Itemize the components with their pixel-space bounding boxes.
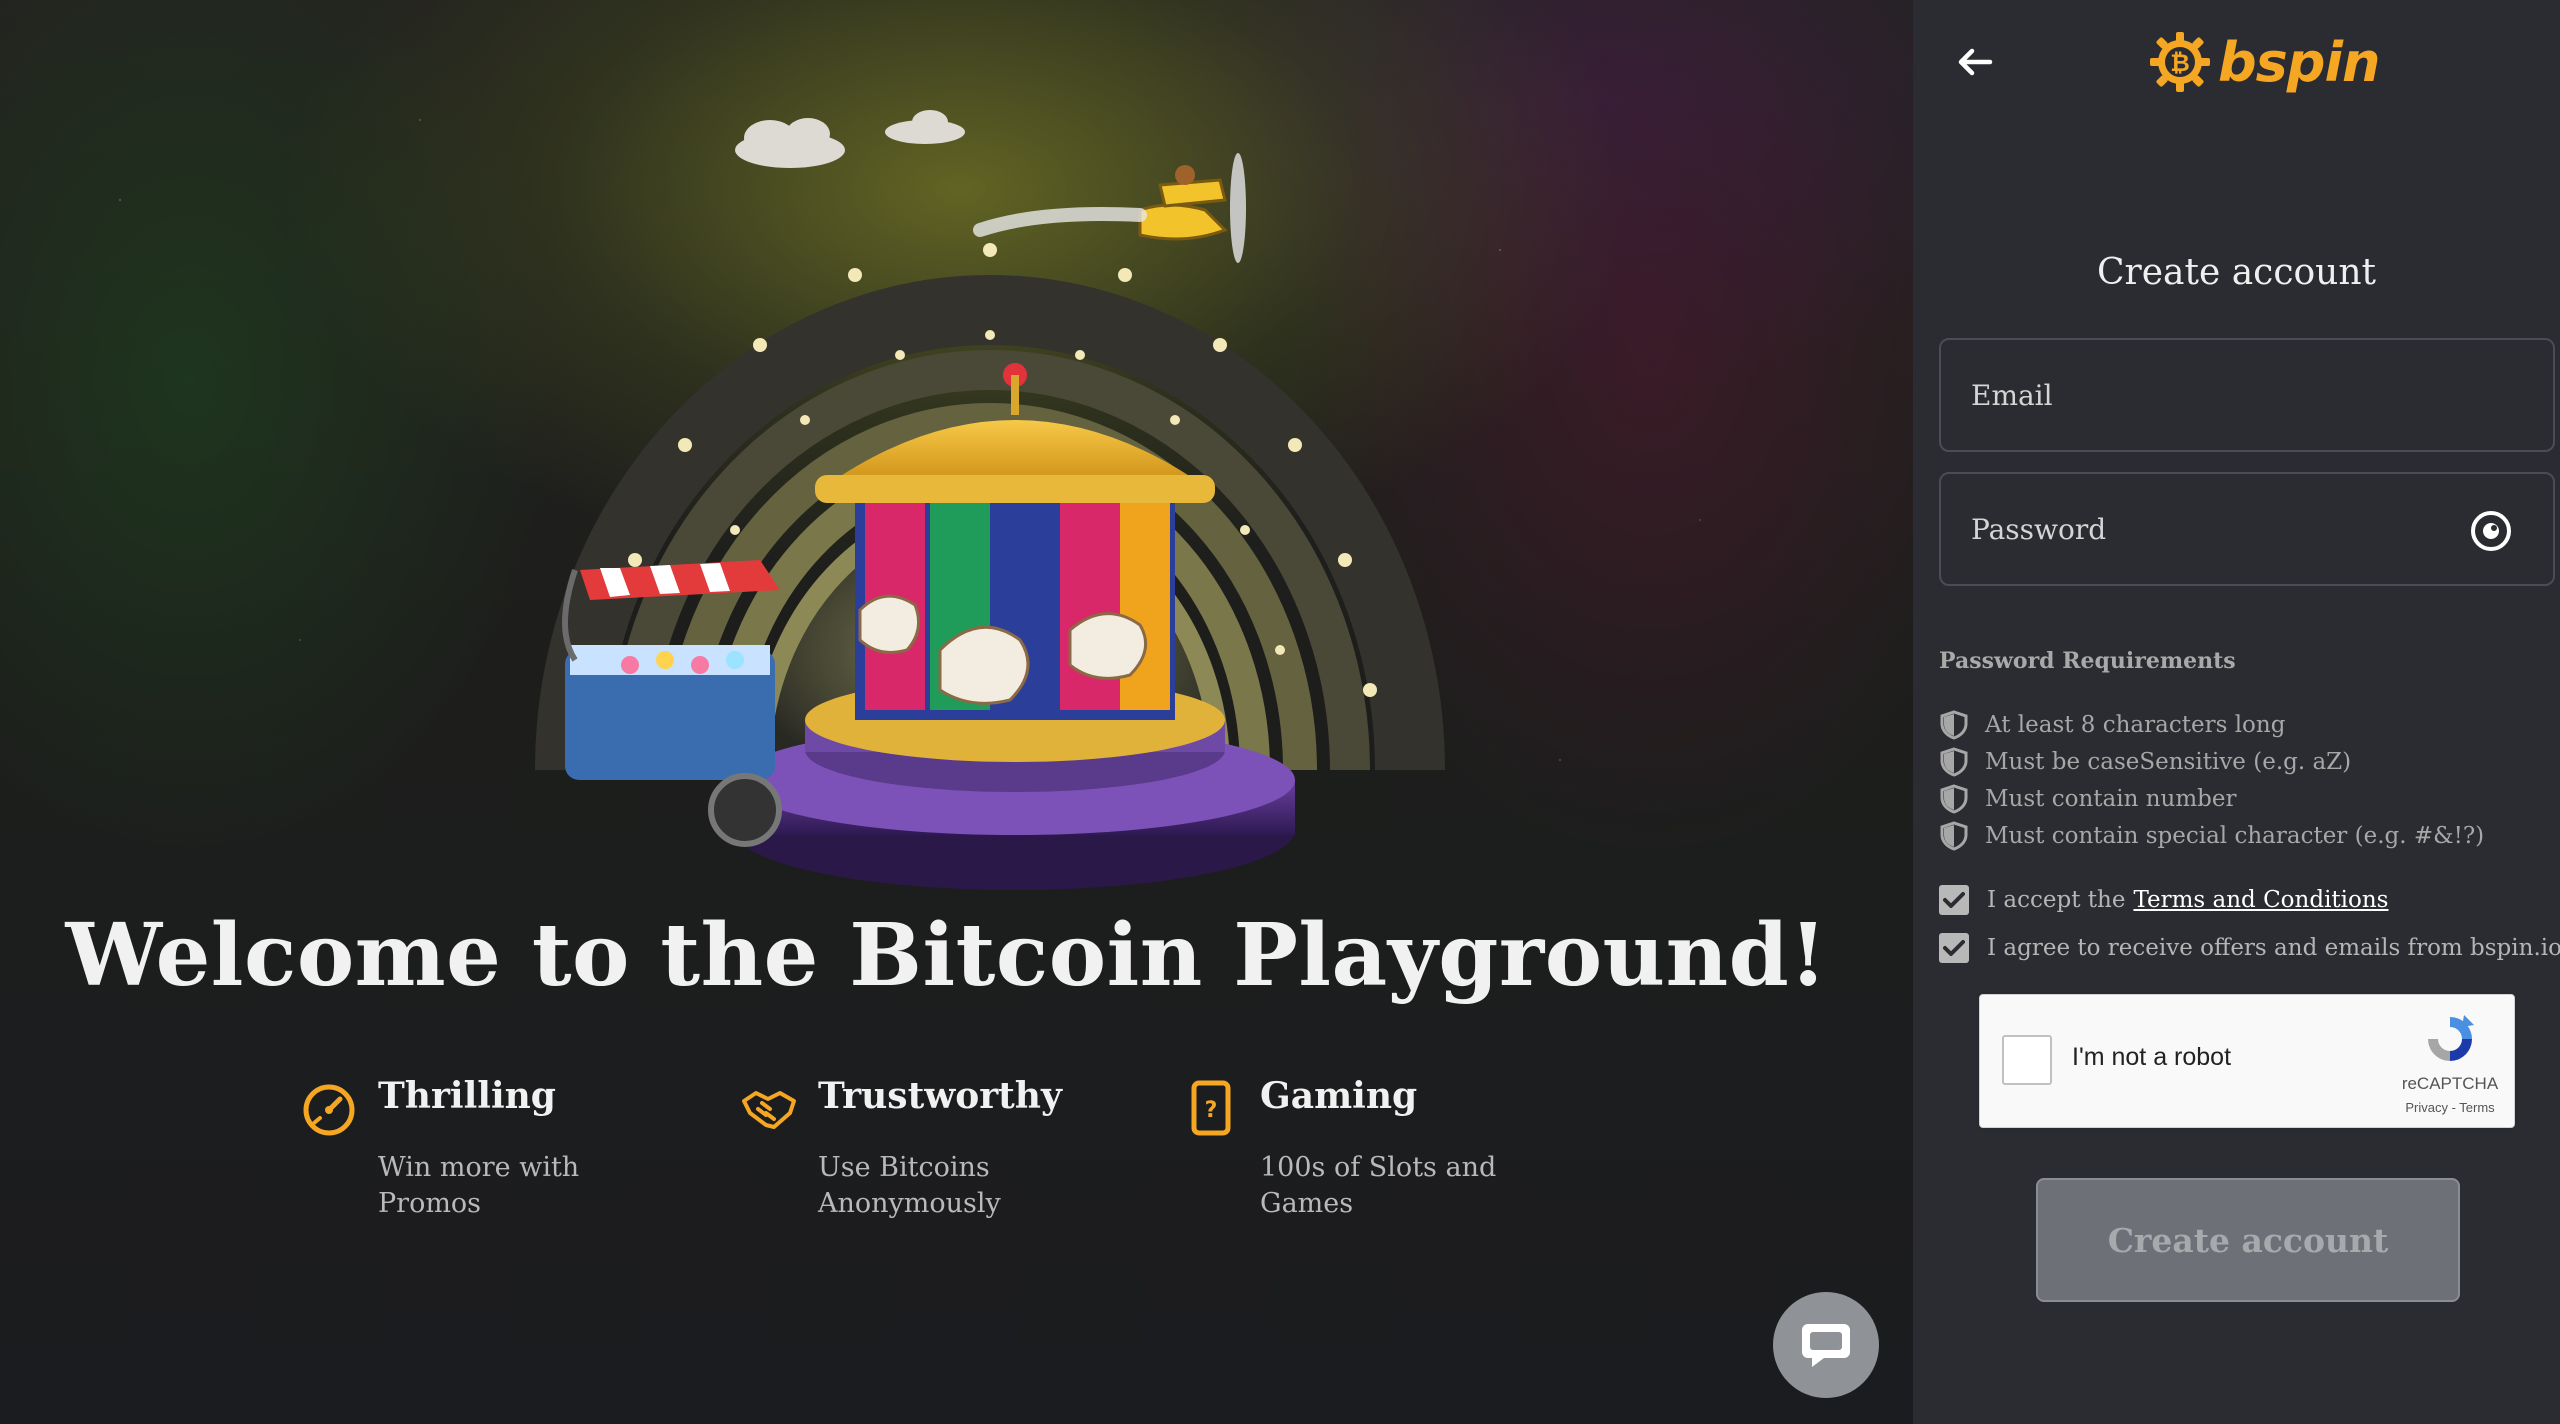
signup-panel: ₿ bspin Create account Password Requirem… (1913, 0, 2560, 1424)
biplane (973, 153, 1246, 263)
clouds (735, 110, 965, 168)
create-account-button[interactable]: Create account (2036, 1178, 2460, 1302)
feature-description: 100s of Slots and Games (1260, 1152, 1497, 1219)
handshake-icon (742, 1091, 796, 1129)
recaptcha-privacy-link[interactable]: Privacy (2405, 1100, 2448, 1115)
recaptcha-links: Privacy - Terms (2400, 1100, 2500, 1115)
checkmark-icon (1943, 892, 1965, 908)
recaptcha-links-separator: - (2447, 1100, 2460, 1115)
email-field[interactable] (1939, 338, 2555, 452)
chat-bubble-icon (1802, 1324, 1850, 1367)
password-field[interactable] (1939, 472, 2555, 586)
shield-icon (1940, 820, 1968, 851)
page-title: Create account (2096, 252, 2377, 293)
accept-terms-row: I accept the Terms and Conditions (1939, 885, 2388, 915)
shield-icon (1940, 746, 1968, 777)
toggle-password-visibility[interactable] (2467, 508, 2515, 554)
password-input[interactable] (1969, 511, 2439, 547)
offers-consent-checkbox[interactable] (1939, 933, 1969, 963)
arrow-left-icon (1958, 48, 1993, 76)
terms-and-conditions-link[interactable]: Terms and Conditions (2133, 887, 2388, 913)
eye-icon (2471, 511, 2511, 551)
speedometer-icon (303, 1084, 355, 1136)
accept-terms-checkbox[interactable] (1939, 885, 1969, 915)
shield-icon (1940, 783, 1968, 814)
bitcoin-gear-icon: ₿ (2150, 32, 2210, 92)
password-requirements-title: Password Requirements (1939, 648, 2236, 674)
requirement-text: Must be caseSensitive (e.g. aZ) (1985, 748, 2352, 775)
feature-description: Win more with Promos (378, 1152, 580, 1219)
accept-terms-label: I accept the (1987, 887, 2126, 913)
feature-description: Use Bitcoins Anonymously (818, 1152, 1001, 1219)
slot-card-icon: ? (1191, 1080, 1231, 1136)
recaptcha-terms-link[interactable]: Terms (2459, 1100, 2494, 1115)
svg-text:?: ? (1205, 1098, 1218, 1123)
back-button[interactable] (1943, 38, 2007, 86)
recaptcha-widget: I'm not a robot reCAPTCHA Privacy - Term… (1979, 994, 2515, 1128)
requirement-item: Must be caseSensitive (e.g. aZ) (1939, 743, 2539, 780)
password-requirements-list: At least 8 characters long Must be caseS… (1939, 706, 2539, 854)
feature-title: Thrilling (378, 1075, 556, 1117)
recaptcha-brand: reCAPTCHA (2401, 1074, 2499, 1093)
email-input[interactable] (1969, 377, 2439, 413)
requirement-text: Must contain special character (e.g. #&!… (1985, 822, 2485, 849)
welcome-headline: Welcome to the Bitcoin Playground! (65, 905, 1828, 1006)
svg-text:₿: ₿ (2170, 49, 2190, 77)
brand-logo[interactable]: ₿ bspin (2148, 26, 2380, 98)
recaptcha-checkbox[interactable] (2002, 1035, 2052, 1085)
live-chat-button[interactable] (1773, 1292, 1879, 1398)
hero-section: Welcome to the Bitcoin Playground! Thril… (0, 0, 1913, 1424)
recaptcha-label: I'm not a robot (2072, 1043, 2232, 1071)
recaptcha-logo: reCAPTCHA Privacy - Terms (2400, 1011, 2500, 1119)
feature-title: Gaming (1260, 1075, 1418, 1117)
requirement-text: Must contain number (1985, 785, 2237, 812)
requirement-item: Must contain special character (e.g. #&!… (1939, 817, 2539, 854)
requirement-item: At least 8 characters long (1939, 706, 2539, 743)
feature-title: Trustworthy (818, 1075, 1062, 1117)
offers-consent-label: I agree to receive offers and emails fro… (1987, 935, 2560, 961)
requirement-text: At least 8 characters long (1985, 711, 2286, 738)
checkmark-icon (1943, 940, 1965, 956)
offers-consent-row: I agree to receive offers and emails fro… (1939, 933, 2560, 963)
recaptcha-icon (2428, 1015, 2474, 1061)
carousel-illustration (535, 110, 1445, 890)
shield-icon (1940, 709, 1968, 740)
requirement-item: Must contain number (1939, 780, 2539, 817)
feature-list: Thrilling Win more with Promos Trustwort… (300, 1075, 1600, 1235)
logo-text: bspin (2218, 30, 2380, 94)
